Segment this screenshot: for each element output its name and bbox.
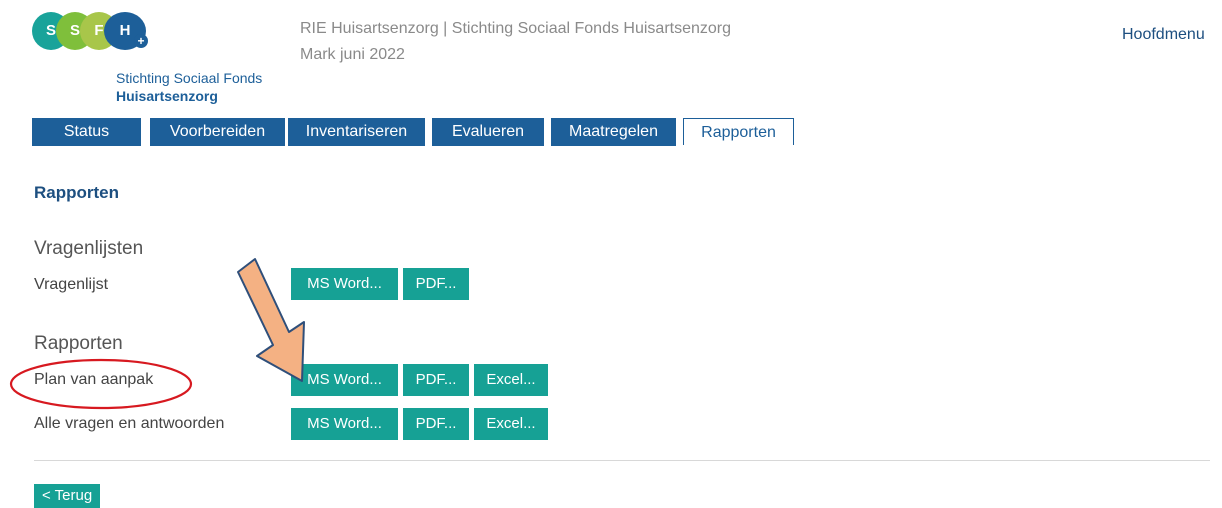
tab-evalueren[interactable]: Evalueren bbox=[432, 118, 544, 146]
vragenlijst-msword-button[interactable]: MS Word... bbox=[291, 268, 398, 300]
plan-excel-button[interactable]: Excel... bbox=[474, 364, 548, 396]
divider bbox=[34, 460, 1210, 461]
alle-excel-button[interactable]: Excel... bbox=[474, 408, 548, 440]
plan-pdf-button[interactable]: PDF... bbox=[403, 364, 469, 396]
tab-status[interactable]: Status bbox=[32, 118, 141, 146]
ssfh-logo[interactable]: S S F H + Stichting Sociaal Fonds Huisar… bbox=[32, 12, 292, 112]
tab-voorbereiden[interactable]: Voorbereiden bbox=[150, 118, 285, 146]
tab-rapporten[interactable]: Rapporten bbox=[683, 118, 794, 145]
tab-maatregelen[interactable]: Maatregelen bbox=[551, 118, 676, 146]
row-label-vragenlijst: Vragenlijst bbox=[34, 276, 109, 293]
back-button[interactable]: < Terug bbox=[34, 484, 101, 508]
vragenlijst-pdf-button[interactable]: PDF... bbox=[403, 268, 469, 300]
alle-msword-button[interactable]: MS Word... bbox=[291, 408, 398, 440]
alle-pdf-button[interactable]: PDF... bbox=[403, 408, 469, 440]
logo-text-line1: Stichting Sociaal Fonds bbox=[116, 70, 263, 86]
plus-icon: + bbox=[134, 34, 148, 48]
logo-text-line2: Huisartsenzorg bbox=[116, 88, 218, 104]
main-menu-link[interactable]: Hoofdmenu bbox=[1122, 26, 1205, 44]
page-title: Rapporten bbox=[34, 183, 119, 202]
row-label-alle-vragen: Alle vragen en antwoorden bbox=[34, 415, 225, 432]
row-label-plan-van-aanpak: Plan van aanpak bbox=[34, 371, 154, 388]
section-heading-vragenlijsten: Vragenlijsten bbox=[34, 238, 144, 259]
header-subtitle: RIE Huisartsenzorg | Stichting Sociaal F… bbox=[300, 20, 732, 37]
section-heading-rapporten: Rapporten bbox=[34, 333, 123, 354]
tab-inventariseren[interactable]: Inventariseren bbox=[288, 118, 425, 146]
header-user-date: Mark juni 2022 bbox=[300, 46, 405, 63]
plan-msword-button[interactable]: MS Word... bbox=[291, 364, 398, 396]
